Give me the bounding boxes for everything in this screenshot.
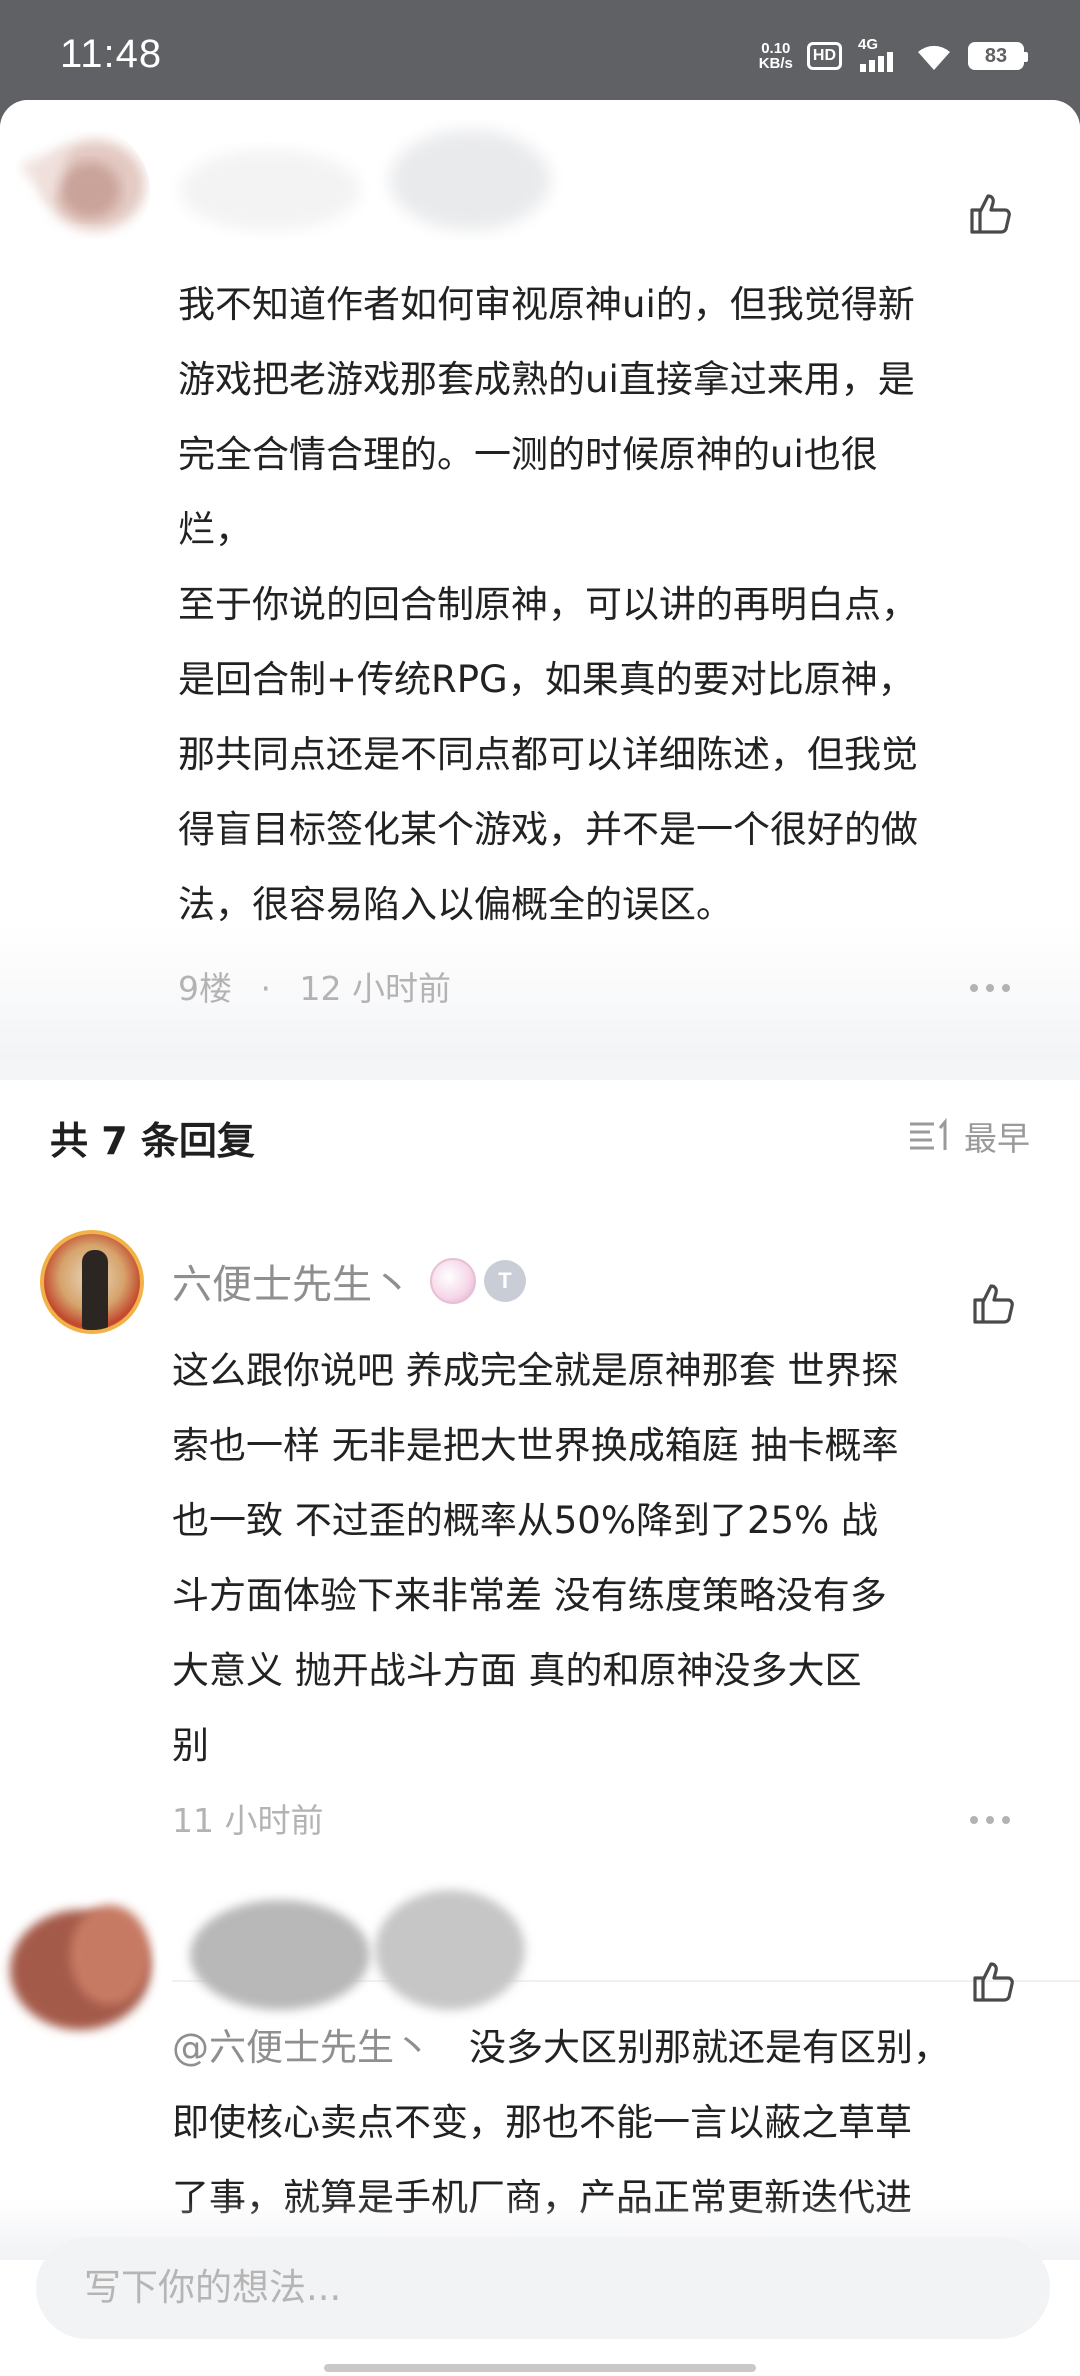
main-comment: 我不知道作者如何审视原神ui的，但我觉得新 游戏把老游戏那套成熟的ui直接拿过来… bbox=[0, 100, 1080, 1060]
reply-time: 11 小时前 bbox=[172, 1801, 324, 1840]
status-icons: 0.10 KB/s HD 4G 83 bbox=[759, 36, 1028, 76]
reply-username[interactable]: 六便士先生丶 bbox=[172, 1252, 412, 1310]
sort-toggle[interactable]: 最早 bbox=[908, 1112, 1030, 1160]
status-time: 11:48 bbox=[60, 32, 163, 76]
blurred-avatar bbox=[20, 140, 145, 230]
reply2-like-icon[interactable] bbox=[969, 1958, 1017, 2006]
blurred-username bbox=[180, 130, 550, 230]
home-indicator[interactable] bbox=[324, 2364, 756, 2372]
comment-time: 12 小时前 bbox=[299, 969, 451, 1008]
reply-avatar[interactable] bbox=[40, 1230, 144, 1334]
sort-label: 最早 bbox=[964, 1119, 1030, 1158]
status-bar: 11:48 0.10 KB/s HD 4G 83 bbox=[0, 0, 1080, 110]
network-type-label: 4G bbox=[858, 36, 879, 53]
reply-like-icon[interactable] bbox=[969, 1280, 1017, 1328]
cellular-signal-icon: 4G bbox=[856, 36, 900, 74]
section-divider bbox=[0, 1060, 1080, 1080]
floor-label: 9楼 bbox=[178, 969, 232, 1008]
reply2-mention[interactable]: @六便士先生丶 bbox=[172, 2026, 431, 2069]
comment-input[interactable]: 写下你的想法... bbox=[36, 2237, 1050, 2339]
comment-sheet: 我不知道作者如何审视原神ui的，但我觉得新 游戏把老游戏那套成熟的ui直接拿过来… bbox=[0, 100, 1080, 2376]
hd-icon: HD bbox=[806, 42, 842, 70]
battery-level: 83 bbox=[984, 44, 1008, 67]
main-comment-meta: 9楼 · 12 小时前 bbox=[178, 962, 451, 1010]
main-comment-text: 我不知道作者如何审视原神ui的，但我觉得新 游戏把老游戏那套成熟的ui直接拿过来… bbox=[178, 283, 918, 926]
wifi-icon bbox=[918, 45, 950, 70]
network-speed-unit: KB/s bbox=[758, 55, 793, 72]
like-icon[interactable] bbox=[966, 190, 1014, 238]
reply-more-options-icon[interactable] bbox=[970, 1816, 1010, 1826]
network-speed-value: 0.10 bbox=[761, 40, 791, 57]
battery-icon: 83 bbox=[968, 42, 1028, 70]
replies-count-title: 共 7 条回复 bbox=[50, 1119, 255, 1163]
sort-icon bbox=[910, 1118, 947, 1150]
meta-separator: · bbox=[260, 969, 272, 1008]
avatar-badge-icon bbox=[430, 1258, 476, 1304]
more-options-icon[interactable] bbox=[970, 984, 1010, 994]
network-speed: 0.10 KB/s bbox=[759, 41, 793, 71]
reply-text: 这么跟你说吧 养成完全就是原神那套 世界探 索也一样 无非是把大世界换成箱庭 抽… bbox=[172, 1349, 899, 1767]
level-badge-icon: T bbox=[484, 1260, 526, 1302]
